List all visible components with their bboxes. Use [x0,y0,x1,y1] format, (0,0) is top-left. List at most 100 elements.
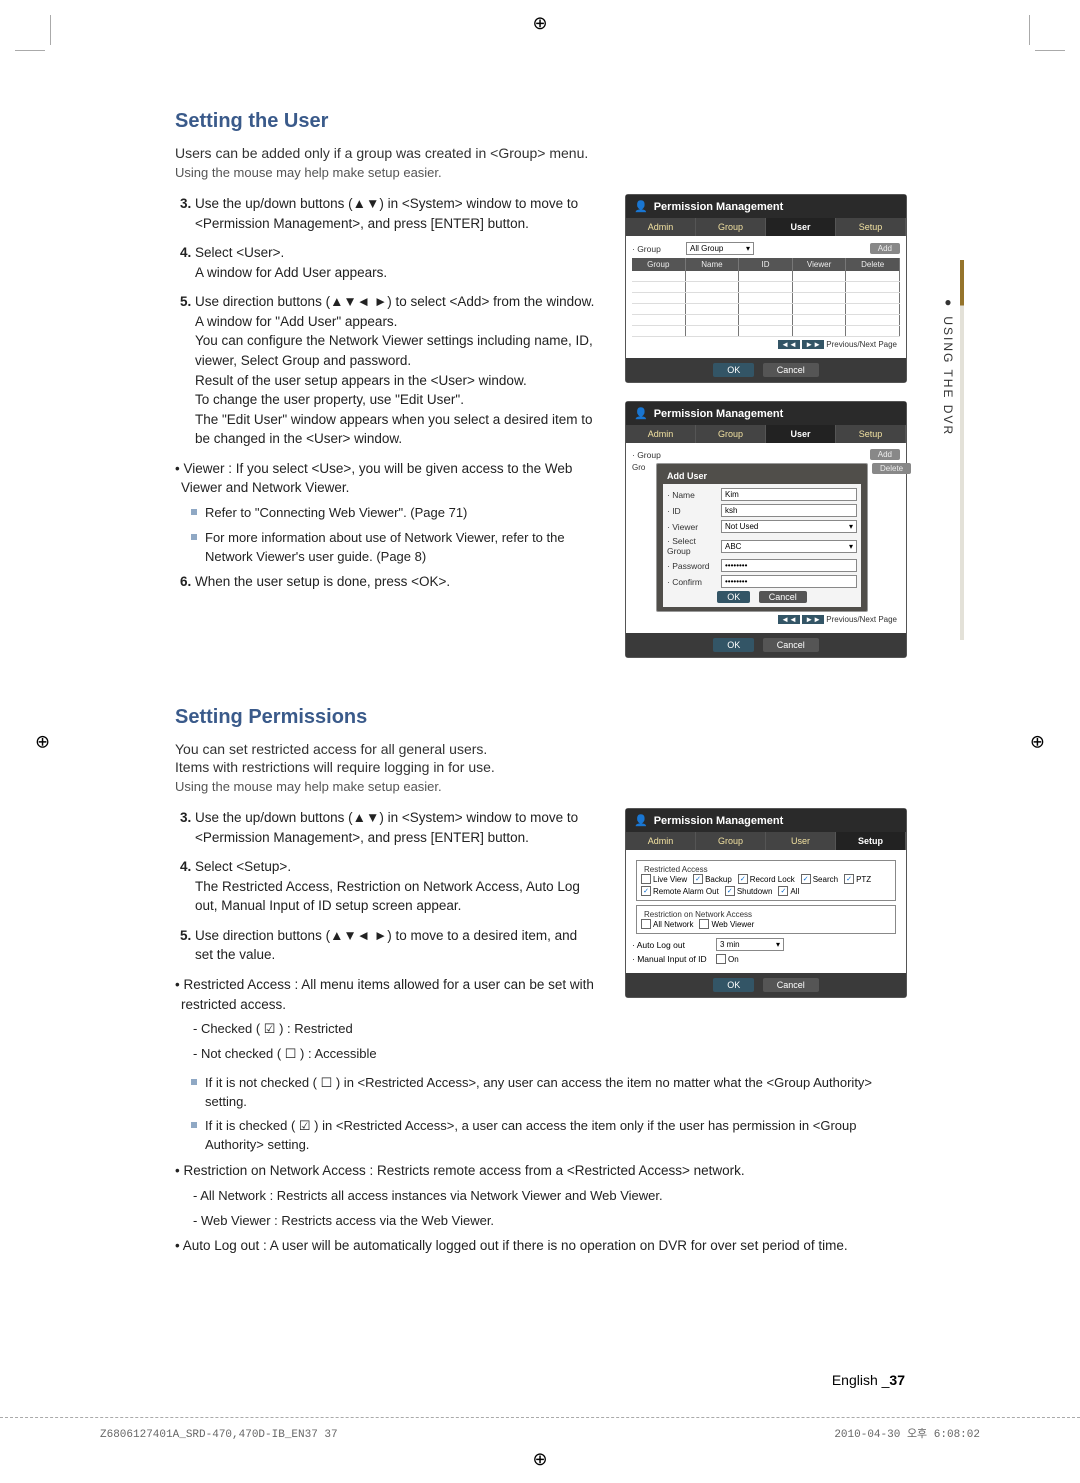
chk-ptz[interactable]: ✓PTZ [844,874,871,884]
screenshot-user-list: 👤Permission Management Admin Group User … [625,194,907,383]
crop-mark [1035,50,1065,51]
col-name: Name [686,258,740,271]
chk-manualid[interactable]: On [716,954,739,964]
chk-allnetwork[interactable]: All Network [641,919,693,929]
table-row[interactable] [632,271,900,282]
cancel-button[interactable]: Cancel [763,978,819,992]
chk-backup[interactable]: ✓Backup [693,874,732,884]
autologout-dropdown[interactable]: 3 min▾ [716,938,784,951]
table-row[interactable] [632,293,900,304]
legend-restricted: Restricted Access [641,865,711,874]
tab-setup[interactable]: Setup [836,218,906,236]
chk-search[interactable]: ✓Search [801,874,838,884]
selectgroup-dropdown[interactable]: ABC▾ [721,540,857,553]
tab-admin[interactable]: Admin [626,218,696,236]
tab-user[interactable]: User [766,425,836,443]
tab-user[interactable]: User [766,218,836,236]
ok-button[interactable]: OK [713,363,754,377]
crop-mark [1029,15,1030,45]
chk-all[interactable]: ✓All [778,886,799,896]
tab-group[interactable]: Group [696,832,766,850]
prev-page-icon[interactable]: ◄◄ [778,615,800,624]
id-input[interactable]: ksh [721,504,857,517]
table-row[interactable] [632,315,900,326]
legend-network: Restriction on Network Access [641,910,755,919]
ok-button[interactable]: OK [713,638,754,652]
tab-group[interactable]: Group [696,218,766,236]
tab-setup[interactable]: Setup [836,832,906,850]
group-label: · Group [632,450,682,460]
modal-cancel-button[interactable]: Cancel [759,591,807,603]
note-checked: If it is checked ( ☑ ) in <Restricted Ac… [175,1117,905,1155]
add-button[interactable]: Add [870,243,900,254]
intro-text: Users can be added only if a group was c… [175,145,905,161]
next-page-icon[interactable]: ►► [802,615,824,624]
tab-user[interactable]: User [766,832,836,850]
chevron-down-icon: ▾ [776,940,780,949]
confirm-label: · Confirm [667,577,717,587]
user-icon: 👤 [634,200,648,213]
chevron-down-icon: ▾ [746,244,750,253]
intro-text: Items with restrictions will require log… [175,759,905,775]
step-3: Use the up/down buttons (▲▼) in <System>… [195,194,595,233]
col-group: Group [632,258,686,271]
note-networkviewer: For more information about use of Networ… [175,529,595,567]
screenshot-setup: 👤Permission Management Admin Group User … [625,808,907,998]
chevron-down-icon: ▾ [849,542,853,551]
delete-button[interactable]: Delete [872,463,911,474]
screenshot-add-user: 👤Permission Management Admin Group User … [625,401,907,658]
confirm-input[interactable]: •••••••• [721,575,857,588]
crop-mark [50,15,51,45]
tab-admin[interactable]: Admin [626,832,696,850]
id-label: · ID [667,506,717,516]
doc-footer-left: Z6806127401A_SRD-470,470D-IB_EN37 37 [100,1429,338,1441]
viewer-dropdown[interactable]: Not Used▾ [721,520,857,533]
step-4: Select <Setup>. The Restricted Access, R… [195,857,595,916]
chk-webviewer[interactable]: Web Viewer [699,919,754,929]
password-input[interactable]: •••••••• [721,559,857,572]
modal-ok-button[interactable]: OK [717,591,750,603]
chapter-label: ● USING THE DVR [941,295,955,436]
selectgroup-label: · Select Group [667,536,717,556]
cancel-button[interactable]: Cancel [763,363,819,377]
bullet-autologout: • Auto Log out : A user will be automati… [175,1236,905,1256]
cancel-button[interactable]: Cancel [763,638,819,652]
tab-setup[interactable]: Setup [836,425,906,443]
chk-recordlock[interactable]: ✓Record Lock [738,874,795,884]
step-3: Use the up/down buttons (▲▼) in <System>… [195,808,595,847]
intro-subtext: Using the mouse may help make setup easi… [175,779,905,794]
prev-page-icon[interactable]: ◄◄ [778,340,800,349]
modal-title: Add User [663,468,861,484]
registration-mark: ⊕ [532,1449,547,1470]
chk-remotealarm[interactable]: ✓Remote Alarm Out [641,886,719,896]
chapter-color-tab [960,260,964,640]
step-5: Use direction buttons (▲▼◄ ►) to select … [195,292,595,449]
table-row[interactable] [632,326,900,337]
checked-note: - Checked ( ☑ ) : Restricted [175,1020,595,1039]
intro-text: You can set restricted access for all ge… [175,741,905,757]
group-label: · Group [632,244,682,254]
manualid-label: · Manual Input of ID [632,954,712,964]
chk-shutdown[interactable]: ✓Shutdown [725,886,773,896]
next-page-icon[interactable]: ►► [802,340,824,349]
page-number: English _37 [832,1372,905,1388]
tab-group[interactable]: Group [696,425,766,443]
tab-admin[interactable]: Admin [626,425,696,443]
chevron-down-icon: ▾ [849,522,853,531]
add-button[interactable]: Add [870,449,900,460]
chk-liveview[interactable]: Live View [641,874,687,884]
name-label: · Name [667,490,717,500]
step-4: Select <User>. A window for Add User app… [195,243,595,282]
intro-subtext: Using the mouse may help make setup easi… [175,165,905,180]
name-input[interactable]: Kim [721,488,857,501]
ok-button[interactable]: OK [713,978,754,992]
table-row[interactable] [632,282,900,293]
step-6: When the user setup is done, press <OK>. [195,572,595,592]
table-row[interactable] [632,304,900,315]
user-icon: 👤 [634,407,648,420]
footer-divider [0,1417,1080,1418]
col-id: ID [739,258,793,271]
registration-mark: ⊕ [532,13,547,34]
crop-mark [15,50,45,51]
group-dropdown[interactable]: All Group▾ [686,242,754,255]
